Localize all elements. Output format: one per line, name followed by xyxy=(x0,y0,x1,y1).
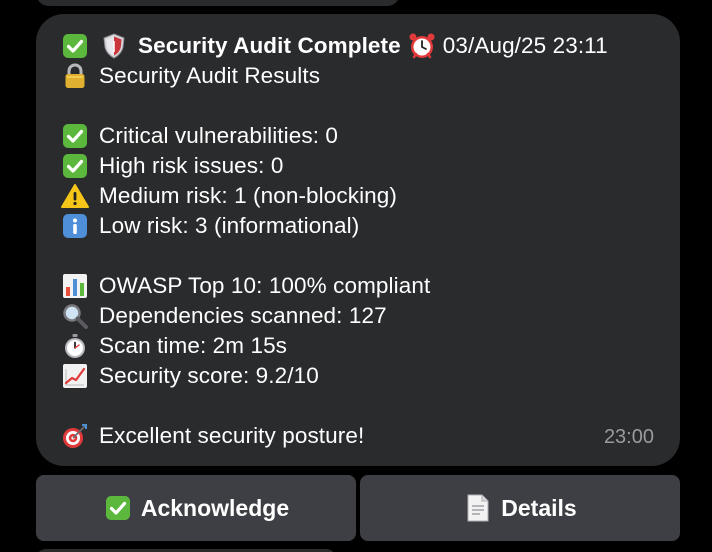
summary-text: Excellent security posture! xyxy=(99,423,365,448)
shield-icon xyxy=(99,31,129,61)
check-mark-icon xyxy=(60,31,90,61)
check-mark-icon xyxy=(60,121,90,151)
list-item: Low risk: 3 (informational) xyxy=(60,211,359,241)
list-item: Critical vulnerabilities: 0 xyxy=(60,121,338,151)
previous-message-bubble xyxy=(36,0,400,6)
lock-icon xyxy=(60,61,90,91)
list-item: Security score: 9.2/10 xyxy=(60,361,319,391)
results-heading: Security Audit Results xyxy=(60,61,320,91)
trend-up-chart-icon xyxy=(60,361,90,391)
info-icon xyxy=(60,211,90,241)
target-icon xyxy=(60,421,90,451)
document-icon xyxy=(463,493,493,523)
magnifier-icon xyxy=(60,301,90,331)
finding-high: High risk issues: 0 xyxy=(99,153,284,178)
list-item: Excellent security posture! xyxy=(60,421,364,451)
stat-security-score: Security score: 9.2/10 xyxy=(99,363,319,388)
warning-icon xyxy=(60,181,90,211)
stat-owasp: OWASP Top 10: 100% compliant xyxy=(99,273,431,298)
list-item: Scan time: 2m 15s xyxy=(60,331,287,361)
message-header: Security Audit Complete 03/Aug/25 23:11 xyxy=(60,31,608,61)
alarm-clock-icon xyxy=(407,31,437,61)
check-mark-icon xyxy=(60,151,90,181)
bar-chart-icon xyxy=(60,271,90,301)
acknowledge-button[interactable]: Acknowledge xyxy=(36,475,356,541)
details-button[interactable]: Details xyxy=(360,475,680,541)
finding-medium: Medium risk: 1 (non-blocking) xyxy=(99,183,398,208)
notification-title: Security Audit Complete xyxy=(138,33,401,58)
stopwatch-icon xyxy=(60,331,90,361)
list-item: Dependencies scanned: 127 xyxy=(60,301,387,331)
stat-dependencies: Dependencies scanned: 127 xyxy=(99,303,387,328)
finding-low: Low risk: 3 (informational) xyxy=(99,213,360,238)
check-mark-icon xyxy=(103,493,133,523)
message-bubble: Security Audit Complete 03/Aug/25 23:11 … xyxy=(36,14,680,466)
acknowledge-button-label: Acknowledge xyxy=(140,494,290,521)
results-heading-text: Security Audit Results xyxy=(99,63,321,88)
list-item: High risk issues: 0 xyxy=(60,151,283,181)
list-item: OWASP Top 10: 100% compliant xyxy=(60,271,430,301)
message-timestamp: 23:00 xyxy=(603,426,654,448)
stat-scan-time: Scan time: 2m 15s xyxy=(99,333,288,358)
details-button-label: Details xyxy=(501,494,577,521)
finding-critical: Critical vulnerabilities: 0 xyxy=(99,123,339,148)
notification-datetime: 03/Aug/25 23:11 xyxy=(442,33,608,58)
list-item: Medium risk: 1 (non-blocking) xyxy=(60,181,397,211)
